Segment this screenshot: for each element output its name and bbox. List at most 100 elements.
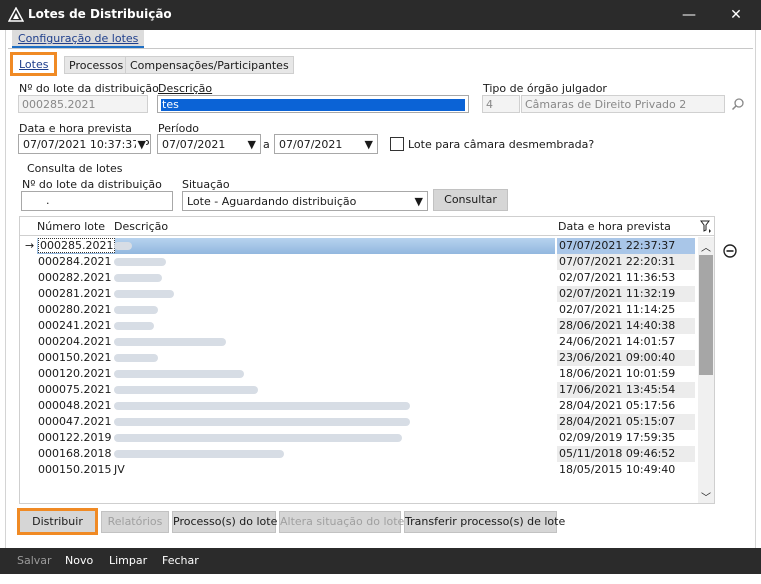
- cell-data: 18/06/2021 10:01:59: [559, 367, 676, 380]
- situacao-select[interactable]: Lote - Aguardando distribuição ▼: [182, 191, 428, 211]
- cell-numero: 000122.2019: [38, 431, 112, 444]
- salvar-button[interactable]: Salvar: [17, 554, 52, 567]
- camara-desmembrada-checkbox[interactable]: [390, 137, 404, 151]
- descricao-label: Descrição: [158, 82, 213, 95]
- cell-numero: 000168.2018: [38, 447, 112, 460]
- redacted-description: [114, 402, 410, 410]
- redacted-description: [114, 242, 132, 250]
- lotes-grid: Número lote Descrição Data e hora previs…: [19, 216, 715, 504]
- grid-scrollbar[interactable]: ︿ ﹀: [698, 237, 714, 503]
- cell-numero: 000047.2021: [38, 415, 112, 428]
- bottom-toolbar: Salvar Novo Limpar Fechar: [0, 548, 761, 574]
- table-row[interactable]: 000150.2015 JV 18/05/2015 10:49:40: [20, 462, 696, 478]
- scroll-down-icon[interactable]: ﹀: [698, 489, 714, 503]
- scrollbar-thumb[interactable]: [699, 255, 713, 375]
- table-row[interactable]: 000122.2019 02/09/2019 17:59:35: [20, 430, 696, 446]
- table-row[interactable]: 000204.2021 24/06/2021 14:01:57: [20, 334, 696, 350]
- remove-circle-icon[interactable]: [723, 244, 737, 258]
- cell-numero: 000241.2021: [38, 319, 112, 332]
- table-row[interactable]: 000282.2021 02/07/2021 11:36:53: [20, 270, 696, 286]
- lote-field[interactable]: 000285.2021: [18, 95, 148, 113]
- table-row[interactable]: 000047.2021 28/04/2021 05:15:07: [20, 414, 696, 430]
- cell-data: 05/11/2018 09:46:52: [557, 446, 695, 462]
- cell-numero: 000282.2021: [38, 271, 112, 284]
- consultar-button[interactable]: Consultar: [433, 189, 508, 211]
- chevron-down-icon: ▼: [414, 195, 423, 208]
- cell-data: 02/09/2019 17:59:35: [559, 431, 676, 444]
- tipo-code-field[interactable]: 4: [482, 95, 520, 113]
- redacted-description: [114, 370, 244, 378]
- consulta-group-label: Consulta de lotes: [27, 162, 123, 175]
- table-row[interactable]: 000168.2018 05/11/2018 09:46:52: [20, 446, 696, 462]
- cell-data: 24/06/2021 14:01:57: [559, 335, 676, 348]
- descricao-input[interactable]: tes: [157, 95, 469, 113]
- table-row[interactable]: 000150.2021 23/06/2021 09:00:40: [20, 350, 696, 366]
- tipo-label: Tipo de órgão julgador: [483, 82, 607, 95]
- novo-button[interactable]: Novo: [65, 554, 93, 567]
- transferir-processos-button[interactable]: Transferir processo(s) de lote: [404, 511, 565, 533]
- subtab-processos[interactable]: Processos: [64, 56, 129, 74]
- cell-data: 28/04/2021 05:17:56: [559, 399, 676, 412]
- periodo-to-picker[interactable]: 07/07/2021 ▼: [274, 134, 378, 154]
- cell-numero: 000204.2021: [38, 335, 112, 348]
- window-bottom-border: [0, 574, 761, 584]
- cell-data: 02/07/2021 11:32:19: [557, 286, 695, 302]
- tab-configuracao-lotes[interactable]: Configuração de lotes: [12, 30, 145, 48]
- table-row[interactable]: 000075.2021 17/06/2021 13:45:54: [20, 382, 696, 398]
- subtab-lotes[interactable]: Lotes: [10, 52, 58, 76]
- table-row[interactable]: 000280.2021 02/07/2021 11:14:25: [20, 302, 696, 318]
- redacted-description: [114, 290, 174, 298]
- chevron-down-icon: ▼: [247, 138, 256, 151]
- table-row[interactable]: 000120.2021 18/06/2021 10:01:59: [20, 366, 696, 382]
- title-bar: Lotes de Distribuição — ✕: [0, 0, 761, 30]
- cell-numero: 000284.2021: [38, 255, 112, 268]
- col-header-data[interactable]: Data e hora prevista: [558, 220, 671, 233]
- subtab-compensacoes[interactable]: Compensações/Participantes: [125, 56, 294, 74]
- table-row[interactable]: → 000285.2021 07/07/2021 22:37:37: [20, 238, 696, 254]
- scroll-up-icon[interactable]: ︿: [698, 239, 714, 254]
- table-row[interactable]: 000284.2021 07/07/2021 22:20:31: [20, 254, 696, 270]
- fechar-button[interactable]: Fechar: [162, 554, 199, 567]
- tipo-value-field[interactable]: Câmaras de Direito Privado 2: [521, 95, 725, 113]
- descricao-selected-text: tes: [161, 99, 465, 111]
- grid-header: Número lote Descrição Data e hora previs…: [20, 217, 714, 236]
- search-icon[interactable]: [731, 97, 745, 111]
- processos-lote-button[interactable]: Processo(s) do lote: [172, 511, 277, 533]
- data-hora-picker[interactable]: 07/07/2021 10:37:37 PM ▼: [18, 134, 151, 154]
- periodo-from-picker[interactable]: 07/07/2021 ▼: [157, 134, 261, 154]
- table-row[interactable]: 000048.2021 28/04/2021 05:17:56: [20, 398, 696, 414]
- cell-data: 02/07/2021 11:36:53: [559, 271, 676, 284]
- filter-icon[interactable]: [700, 220, 712, 233]
- redacted-description: [114, 418, 410, 426]
- cell-data: 18/05/2015 10:49:40: [559, 463, 676, 476]
- tab-divider: [8, 48, 753, 49]
- consulta-lote-label: Nº do lote da distribuição: [22, 178, 162, 191]
- minimize-button[interactable]: —: [672, 3, 706, 27]
- table-row[interactable]: 000241.2021 28/06/2021 14:40:38: [20, 318, 696, 334]
- col-header-numero[interactable]: Número lote: [37, 220, 105, 233]
- window-title: Lotes de Distribuição: [28, 7, 172, 21]
- redacted-description: [114, 306, 158, 314]
- consulta-lote-input[interactable]: .: [21, 191, 173, 211]
- limpar-button[interactable]: Limpar: [109, 554, 147, 567]
- situacao-label: Situação: [182, 178, 230, 191]
- periodo-to-value: 07/07/2021: [279, 138, 343, 151]
- cell-data: 23/06/2021 09:00:40: [557, 350, 695, 366]
- cell-data: 28/06/2021 14:40:38: [557, 318, 695, 334]
- distribuir-button[interactable]: Distribuir: [17, 508, 98, 535]
- relatorios-button[interactable]: Relatórios: [101, 511, 169, 533]
- redacted-description: [114, 450, 284, 458]
- altera-situacao-button[interactable]: Altera situação do lote: [279, 511, 404, 533]
- cell-descricao: JV: [114, 463, 125, 476]
- close-button[interactable]: ✕: [719, 3, 753, 27]
- row-indicator-arrow-icon: →: [25, 239, 35, 252]
- cell-data: 02/07/2021 11:14:25: [559, 303, 676, 316]
- table-row[interactable]: 000281.2021 02/07/2021 11:32:19: [20, 286, 696, 302]
- data-hora-value: 07/07/2021 10:37:37 PM: [23, 138, 151, 151]
- camara-desmembrada-label: Lote para câmara desmembrada?: [408, 138, 595, 151]
- cell-data: 07/07/2021 22:20:31: [557, 254, 695, 270]
- col-header-descricao[interactable]: Descrição: [114, 220, 168, 233]
- redacted-description: [114, 322, 154, 330]
- cell-numero: 000150.2021: [38, 351, 112, 364]
- cell-numero: 000280.2021: [38, 303, 112, 316]
